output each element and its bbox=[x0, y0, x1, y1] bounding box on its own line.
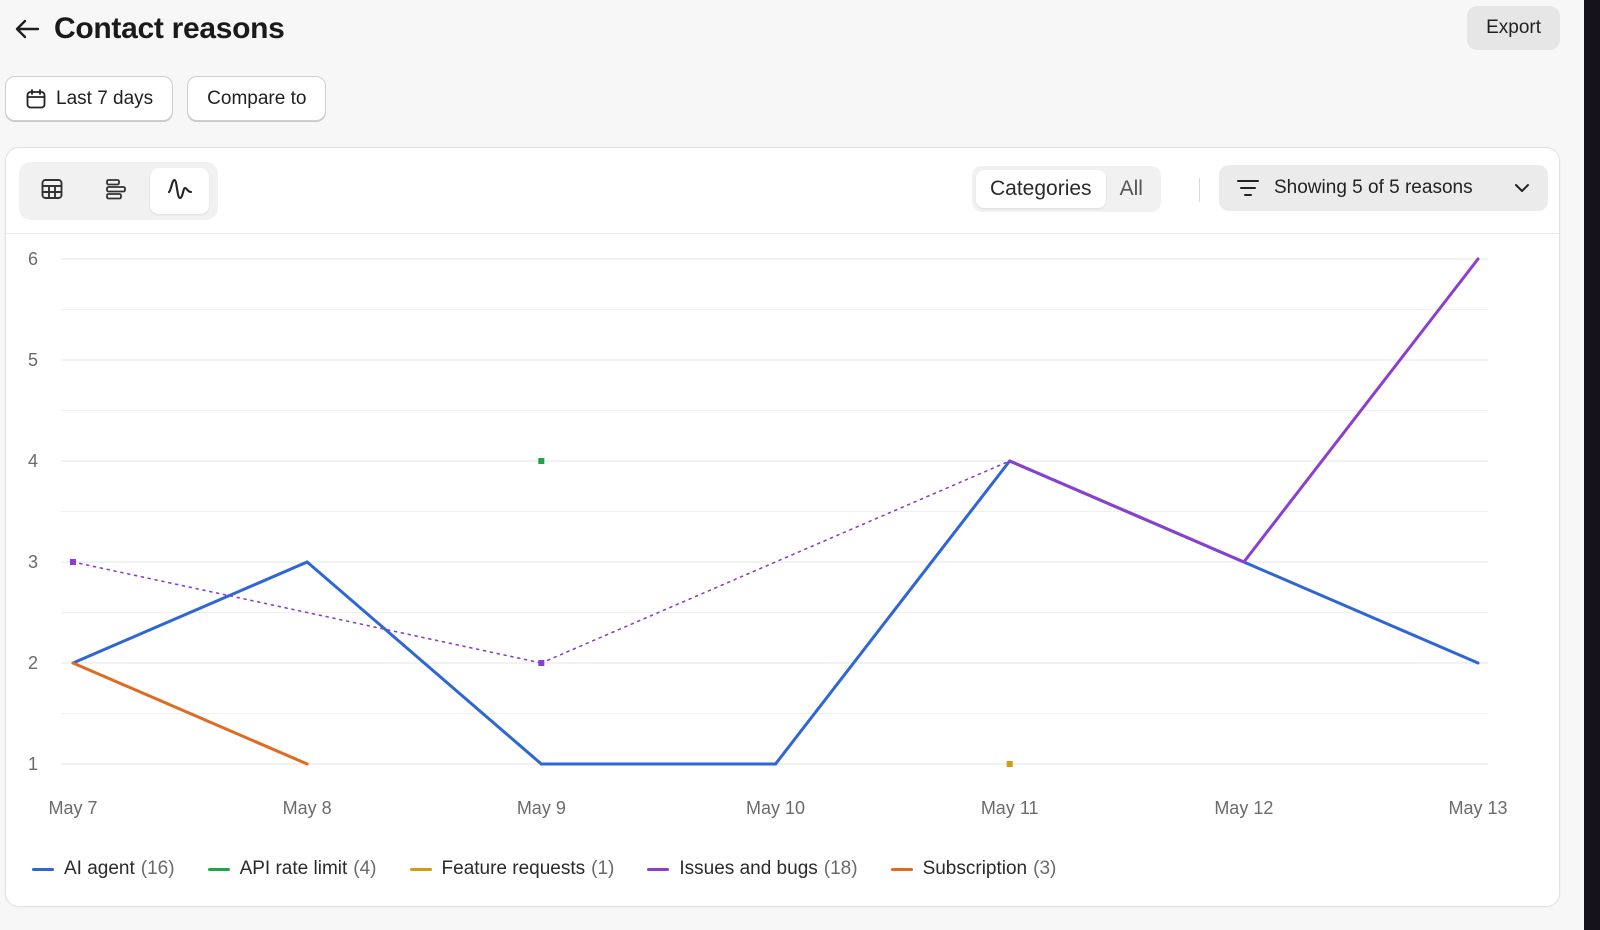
legend-swatch bbox=[207, 867, 230, 871]
legend-count: (16) bbox=[140, 858, 175, 879]
reasons-filter-label: Showing 5 of 5 reasons bbox=[1274, 177, 1473, 198]
legend-label: Subscription bbox=[922, 858, 1028, 879]
filter-lines-icon bbox=[1236, 178, 1260, 198]
x-tick-label: May 9 bbox=[517, 798, 566, 818]
table-icon bbox=[40, 177, 64, 206]
legend-item-feature-requests[interactable]: Feature requests (1) bbox=[409, 858, 615, 880]
legend-label: Feature requests bbox=[441, 858, 586, 879]
toolbar-divider bbox=[1199, 178, 1200, 202]
line-chart-icon bbox=[167, 176, 193, 207]
legend-swatch bbox=[890, 867, 913, 871]
filter-bar: Last 7 days Compare to bbox=[5, 76, 327, 121]
legend-count: (4) bbox=[353, 858, 377, 879]
chevron-down-icon bbox=[1513, 182, 1531, 194]
x-tick-label: May 12 bbox=[1214, 798, 1273, 818]
series-point-issues-and-bugs bbox=[538, 660, 545, 666]
y-tick-label: 5 bbox=[28, 350, 38, 370]
line-chart-area: 1 2 3 4 5 6 May 7 May 8 May 9 May 10 May 11 May 12 M… bbox=[6, 234, 1561, 834]
legend-swatch bbox=[32, 867, 54, 871]
y-tick-label: 4 bbox=[28, 451, 38, 471]
legend-count: (3) bbox=[1033, 858, 1057, 879]
series-point-feature-requests bbox=[1006, 761, 1013, 767]
y-tick-label: 2 bbox=[28, 653, 38, 673]
page-header: Contact reasons Export bbox=[12, 6, 1560, 52]
chart-toolbar: Categories All Showing 5 of 5 reasons bbox=[6, 148, 1559, 234]
table-view-button[interactable] bbox=[23, 168, 82, 214]
legend-label: Issues and bugs bbox=[679, 858, 818, 879]
series-point-issues-and-bugs bbox=[70, 559, 76, 565]
x-tick-label: May 10 bbox=[746, 798, 805, 818]
legend-label: API rate limit bbox=[239, 858, 348, 879]
reasons-filter-dropdown[interactable]: Showing 5 of 5 reasons bbox=[1219, 165, 1548, 211]
page-title: Contact reasons bbox=[54, 12, 285, 45]
legend-item-api-rate-limit[interactable]: API rate limit (4) bbox=[207, 858, 377, 880]
back-arrow-icon[interactable] bbox=[12, 14, 42, 44]
series-point-api-rate-limit bbox=[538, 458, 545, 464]
export-button[interactable]: Export bbox=[1467, 6, 1560, 50]
legend-count: (18) bbox=[823, 858, 858, 879]
legend-item-ai-agent[interactable]: AI agent (16) bbox=[32, 858, 175, 880]
date-range-button[interactable]: Last 7 days bbox=[5, 76, 174, 121]
line-view-button[interactable] bbox=[150, 168, 210, 214]
x-tick-label: May 7 bbox=[48, 798, 97, 818]
bar-list-icon bbox=[104, 177, 128, 206]
legend-label: AI agent bbox=[64, 858, 135, 879]
x-tick-label: May 8 bbox=[283, 798, 332, 818]
compare-to-button[interactable]: Compare to bbox=[187, 76, 327, 121]
category-segment: Categories All bbox=[972, 166, 1161, 212]
chart-card: Categories All Showing 5 of 5 reasons 1 2… bbox=[5, 147, 1560, 907]
legend-count: (1) bbox=[591, 858, 615, 879]
calendar-icon bbox=[25, 88, 47, 110]
x-tick-label: May 11 bbox=[981, 798, 1039, 818]
all-tab[interactable]: All bbox=[1106, 170, 1157, 208]
line-chart: 1 2 3 4 5 6 May 7 May 8 May 9 May 10 May 11 May 12 M… bbox=[28, 249, 1508, 818]
legend-swatch bbox=[647, 867, 670, 871]
x-tick-label: May 13 bbox=[1448, 798, 1507, 818]
window-edge bbox=[1584, 0, 1600, 930]
legend-swatch bbox=[409, 867, 432, 871]
y-tick-label: 1 bbox=[28, 754, 38, 774]
view-toggle bbox=[19, 162, 218, 220]
legend-item-subscription[interactable]: Subscription (3) bbox=[890, 858, 1057, 880]
y-tick-label: 3 bbox=[28, 552, 38, 572]
y-tick-label: 6 bbox=[28, 249, 38, 269]
bar-view-button[interactable] bbox=[87, 168, 146, 214]
chart-legend: AI agent (16) API rate limit (4) Feature… bbox=[32, 858, 1089, 880]
date-range-label: Last 7 days bbox=[56, 87, 154, 109]
categories-tab[interactable]: Categories bbox=[976, 170, 1106, 208]
legend-item-issues-and-bugs[interactable]: Issues and bugs (18) bbox=[647, 858, 858, 880]
